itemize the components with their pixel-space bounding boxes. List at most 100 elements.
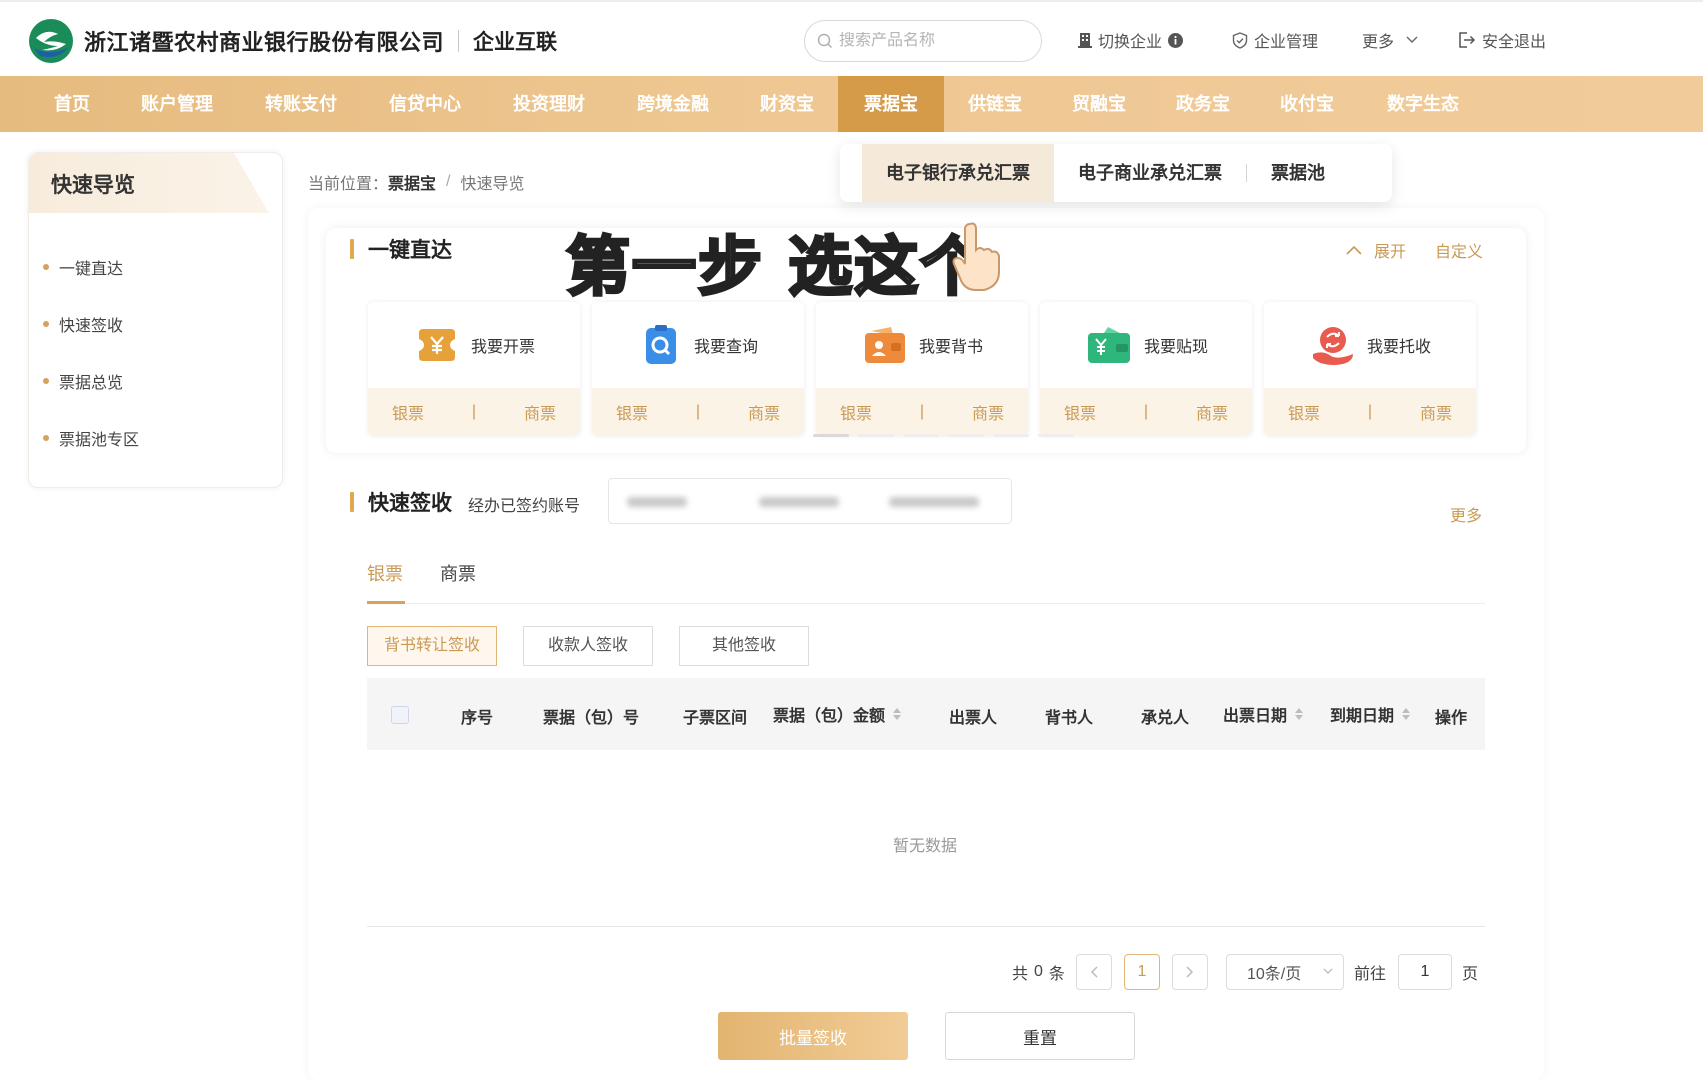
- bank-bill-link[interactable]: 银票: [392, 400, 424, 424]
- brand[interactable]: 浙江诸暨农村商业银行股份有限公司 企业互联: [28, 18, 557, 64]
- col-drawer: 出票人: [949, 710, 998, 727]
- nav-item-transfer[interactable]: 转账支付: [258, 76, 344, 132]
- quick-card-issue: 我要开票 银票 | 商票: [368, 302, 580, 436]
- nav-item-trade-finance[interactable]: 贸融宝: [1066, 76, 1132, 132]
- nav-item-payments[interactable]: 收付宝: [1274, 76, 1340, 132]
- switch-company-label: 切换企业: [1098, 34, 1163, 51]
- reset-button[interactable]: 重置: [945, 1012, 1135, 1060]
- page-number-current[interactable]: 1: [1124, 954, 1160, 990]
- commercial-bill-link[interactable]: 商票: [972, 400, 1004, 424]
- nav-item-treasury[interactable]: 财资宝: [754, 76, 820, 132]
- breadcrumb-section[interactable]: 票据宝: [388, 170, 436, 194]
- nav-item-digital[interactable]: 数字生态: [1380, 76, 1466, 132]
- nav-item-investment[interactable]: 投资理财: [506, 76, 592, 132]
- goto-page-input[interactable]: [1398, 954, 1452, 990]
- endorse-transfer-sign-button[interactable]: 背书转让签收: [367, 626, 497, 666]
- other-sign-button[interactable]: 其他签收: [679, 626, 809, 666]
- expand-button[interactable]: 展开: [1346, 238, 1406, 262]
- customize-button[interactable]: 自定义: [1435, 238, 1483, 262]
- quick-card-query: 我要查询 银票 | 商票: [592, 302, 804, 436]
- quick-card-label: 我要托收: [1366, 339, 1431, 356]
- endorse-icon: [864, 327, 905, 363]
- breadcrumb: 当前位置： 票据宝 / 快速导览: [308, 170, 525, 194]
- sort-icon[interactable]: [1295, 708, 1304, 720]
- bank-bill-link[interactable]: 银票: [1288, 400, 1320, 424]
- quick-card-discount: 我要贴现 银票 | 商票: [1040, 302, 1252, 436]
- col-due-date[interactable]: 到期日期: [1330, 702, 1411, 726]
- quick-card-issue-main[interactable]: 我要开票: [368, 302, 580, 388]
- col-due-date-label: 到期日期: [1330, 708, 1395, 725]
- product-search[interactable]: [804, 20, 1042, 62]
- nav-item-bills[interactable]: 票据宝: [838, 76, 944, 132]
- submenu-bill-pool[interactable]: 票据池: [1247, 144, 1349, 202]
- total-suffix: 条: [1048, 966, 1065, 983]
- quick-card-query-main[interactable]: 我要查询: [592, 302, 804, 388]
- search-icon: [817, 33, 833, 49]
- submenu-commercial-acceptance[interactable]: 电子商业承兑汇票: [1054, 144, 1246, 202]
- nav-item-accounts[interactable]: 账户管理: [134, 76, 220, 132]
- pointing-hand-icon: [952, 222, 1000, 291]
- quick-access-title-text: 一键直达: [368, 239, 452, 262]
- page-size-select[interactable]: 10条/页: [1226, 954, 1344, 990]
- quick-card-discount-main[interactable]: 我要贴现: [1040, 302, 1252, 388]
- more-label: 更多: [1362, 34, 1395, 51]
- commercial-bill-link[interactable]: 商票: [748, 400, 780, 424]
- commercial-bill-link[interactable]: 商票: [1420, 400, 1452, 424]
- carousel-dot[interactable]: [858, 434, 894, 437]
- tab-bank-bill[interactable]: 银票: [367, 560, 405, 604]
- logout-label: 安全退出: [1482, 34, 1547, 51]
- goto-suffix: 页: [1462, 966, 1479, 983]
- nav-item-government[interactable]: 政务宝: [1170, 76, 1236, 132]
- nav-item-credit[interactable]: 信贷中心: [382, 76, 468, 132]
- col-amount[interactable]: 票据（包）金额: [773, 702, 902, 726]
- sort-icon[interactable]: [893, 708, 902, 720]
- carousel-dot[interactable]: [813, 434, 849, 437]
- nav-item-cross-border[interactable]: 跨境金融: [630, 76, 716, 132]
- nav-item-home[interactable]: 首页: [44, 76, 100, 132]
- sort-icon[interactable]: [1402, 708, 1411, 720]
- nav-item-supply-chain[interactable]: 供链宝: [962, 76, 1028, 132]
- next-page-button[interactable]: [1172, 954, 1208, 990]
- total-count: 0: [1034, 963, 1043, 980]
- batch-sign-button[interactable]: 批量签收: [718, 1012, 908, 1060]
- sidebar-item-bill-pool[interactable]: 票据池专区: [43, 426, 139, 450]
- quick-access-title: 一键直达: [350, 234, 452, 264]
- more-menu-button[interactable]: 更多: [1362, 28, 1418, 52]
- logout-button[interactable]: 安全退出: [1458, 28, 1546, 52]
- tab-commercial-bill[interactable]: 商票: [440, 560, 480, 604]
- sidebar-item-quick-sign[interactable]: 快速签收: [43, 312, 123, 336]
- signed-account-select[interactable]: [608, 478, 1012, 524]
- top-header: 浙江诸暨农村商业银行股份有限公司 企业互联 切换企业 企业管理 更多 安全退出: [0, 0, 1703, 76]
- quick-card-endorse-main[interactable]: 我要背书: [816, 302, 1028, 388]
- quick-sign-title: 快速签收: [350, 487, 452, 517]
- more-link[interactable]: 更多: [1450, 502, 1482, 526]
- bank-bill-link[interactable]: 银票: [840, 400, 872, 424]
- switch-company-button[interactable]: 切换企业: [1078, 28, 1184, 52]
- bank-bill-link[interactable]: 银票: [1064, 400, 1096, 424]
- building-icon: [1078, 33, 1092, 48]
- commercial-bill-link[interactable]: 商票: [524, 400, 556, 424]
- prev-page-button[interactable]: [1076, 954, 1112, 990]
- link-divider: |: [695, 403, 701, 420]
- payee-sign-button[interactable]: 收款人签收: [523, 626, 653, 666]
- quick-card-collection-main[interactable]: 我要托收: [1264, 302, 1476, 388]
- sidebar: 快速导览 一键直达 快速签收 票据总览 票据池专区: [28, 152, 283, 488]
- portal-name: 企业互联: [473, 31, 558, 54]
- quick-card-label: 我要查询: [693, 339, 758, 356]
- submenu-bank-acceptance[interactable]: 电子银行承兑汇票: [862, 144, 1054, 202]
- bank-bill-link[interactable]: 银票: [616, 400, 648, 424]
- company-manage-button[interactable]: 企业管理: [1232, 28, 1318, 52]
- col-issue-date[interactable]: 出票日期: [1223, 702, 1304, 726]
- carousel-dot[interactable]: [948, 434, 984, 437]
- search-input[interactable]: [839, 32, 1029, 50]
- pagination-total: 共 0 条: [1012, 954, 1065, 990]
- sidebar-item-bill-overview[interactable]: 票据总览: [43, 369, 123, 393]
- select-all-checkbox[interactable]: [391, 706, 409, 724]
- table-bottom-divider: [367, 926, 1485, 927]
- carousel-dot[interactable]: [993, 434, 1029, 437]
- sidebar-item-quick-access[interactable]: 一键直达: [43, 255, 123, 279]
- commercial-bill-link[interactable]: 商票: [1196, 400, 1228, 424]
- breadcrumb-separator: /: [446, 173, 451, 190]
- carousel-dot[interactable]: [1038, 434, 1074, 437]
- carousel-dot[interactable]: [903, 434, 939, 437]
